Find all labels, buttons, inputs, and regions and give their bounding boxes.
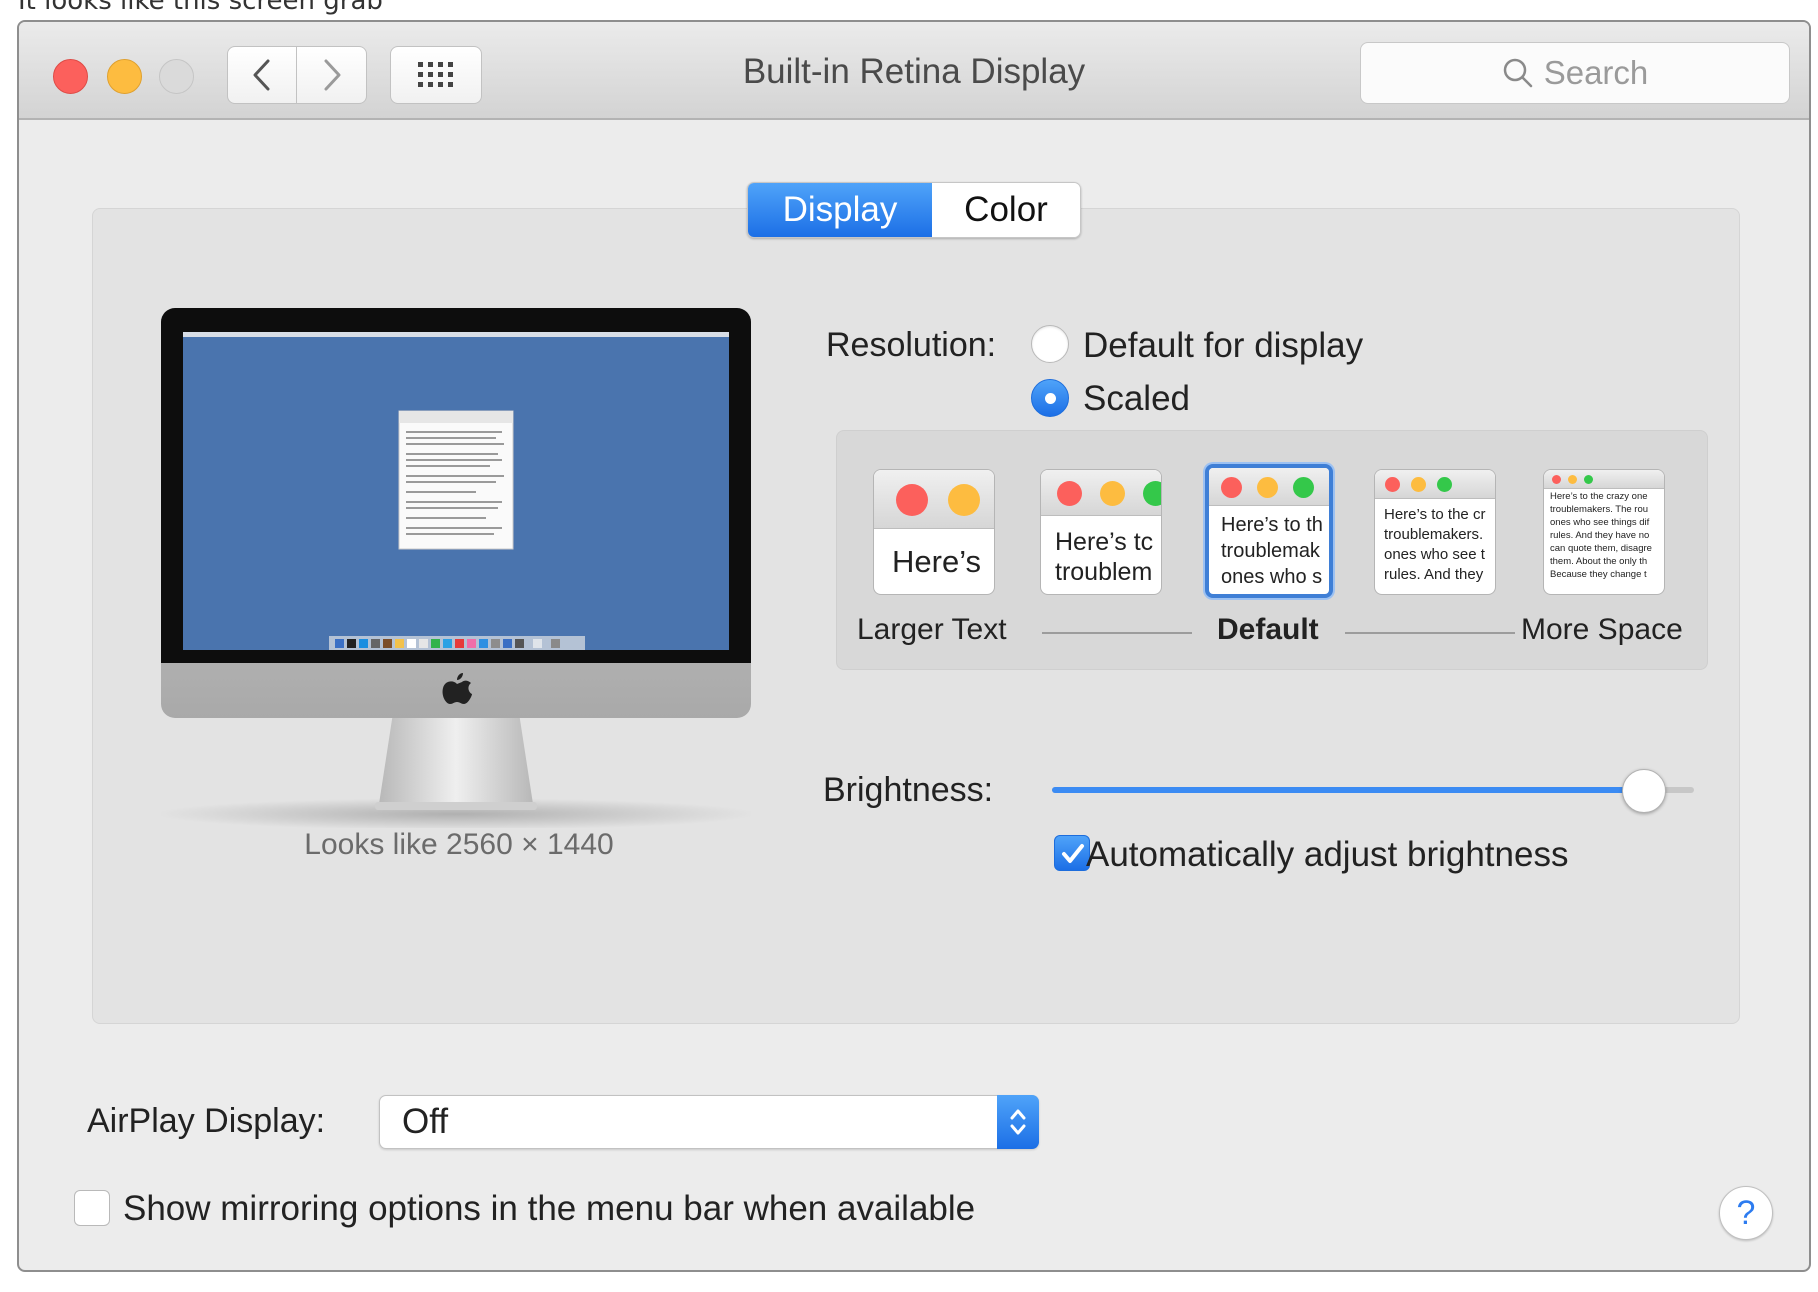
scale-option-4[interactable]: Here’s to the cr troublemakers. ones who… [1374,469,1496,595]
airplay-display-popup[interactable]: Off [379,1095,1039,1149]
title-bar: Built-in Retina Display Search [19,22,1809,120]
search-field[interactable]: Search [1360,42,1790,104]
thumb-text: them. About the only th [1550,556,1648,567]
popup-arrows-icon [997,1095,1039,1149]
tab-color[interactable]: Color [932,183,1080,237]
thumb-text: ones who s [1221,566,1323,588]
scale-option-more-space[interactable]: Here’s to the crazy one troublemakers. T… [1543,469,1665,595]
scale-option-default[interactable]: Here’s to th troublemak ones who s [1205,464,1333,598]
thumb-text: Because they change t [1550,569,1647,580]
thumb-text: rules. And they [1384,566,1484,583]
brightness-slider-fill [1052,787,1643,793]
scale-divider [1042,632,1192,634]
thumb-text: rules. And they have no [1550,530,1650,541]
brightness-slider[interactable] [1052,769,1694,813]
thumb-text: Here’s to the crazy one [1550,491,1648,502]
thumb-text: Here’s [892,544,982,579]
thumb-text: Here’s tc [1055,528,1154,556]
help-button[interactable]: ? [1719,1186,1773,1240]
thumb-text: ones who see t [1384,546,1485,563]
mirroring-checkbox[interactable] [74,1190,110,1226]
scale-label-more-space: More Space [1521,613,1683,646]
thumb-text: troublem [1055,558,1153,586]
thumb-text: ones who see things dif [1550,517,1650,528]
thumb-text: troublemakers. The rou [1550,504,1649,515]
radio-default-label[interactable]: Default for display [1083,326,1363,366]
preferences-window: Built-in Retina Display Search Display C… [17,20,1811,1272]
thumb-text: can quote them, disagre [1550,543,1652,554]
caption-text: It looks like this screen grab [18,0,383,16]
scale-option-larger-text[interactable]: Here’s [873,469,995,595]
scale-option-2[interactable]: Here’s tc troublem [1040,469,1162,595]
auto-brightness-label[interactable]: Automatically adjust brightness [1086,835,1568,875]
scale-divider [1345,632,1515,634]
search-placeholder: Search [1543,54,1649,91]
thumb-text: troublemakers. [1384,526,1484,543]
brightness-slider-knob[interactable] [1621,769,1666,813]
thumb-text: Here’s to the cr [1384,506,1486,523]
scaling-options: Here’s Here’s tc troublem Here’s to th t… [836,430,1708,670]
resolution-label: Resolution: [826,326,997,364]
radio-scaled[interactable] [1031,379,1069,417]
search-icon [1503,58,1532,88]
imac-illustration [161,308,751,828]
scale-label-default: Default [1217,613,1319,646]
scale-label-larger-text: Larger Text [857,613,1007,646]
thumb-text: troublemak [1221,540,1320,562]
brightness-label: Brightness: [823,771,994,809]
radio-scaled-label[interactable]: Scaled [1083,379,1190,419]
radio-default-for-display[interactable] [1031,325,1069,363]
airplay-label: AirPlay Display: [87,1102,326,1140]
thumb-text: Here’s to th [1221,514,1323,536]
resolution-summary: Looks like 2560 × 1440 [304,828,614,861]
tab-bar: Display Color [747,182,1081,238]
auto-brightness-checkbox[interactable] [1054,835,1090,871]
tab-display[interactable]: Display [748,183,932,237]
mirroring-label[interactable]: Show mirroring options in the menu bar w… [123,1189,975,1229]
airplay-value: Off [402,1102,449,1141]
